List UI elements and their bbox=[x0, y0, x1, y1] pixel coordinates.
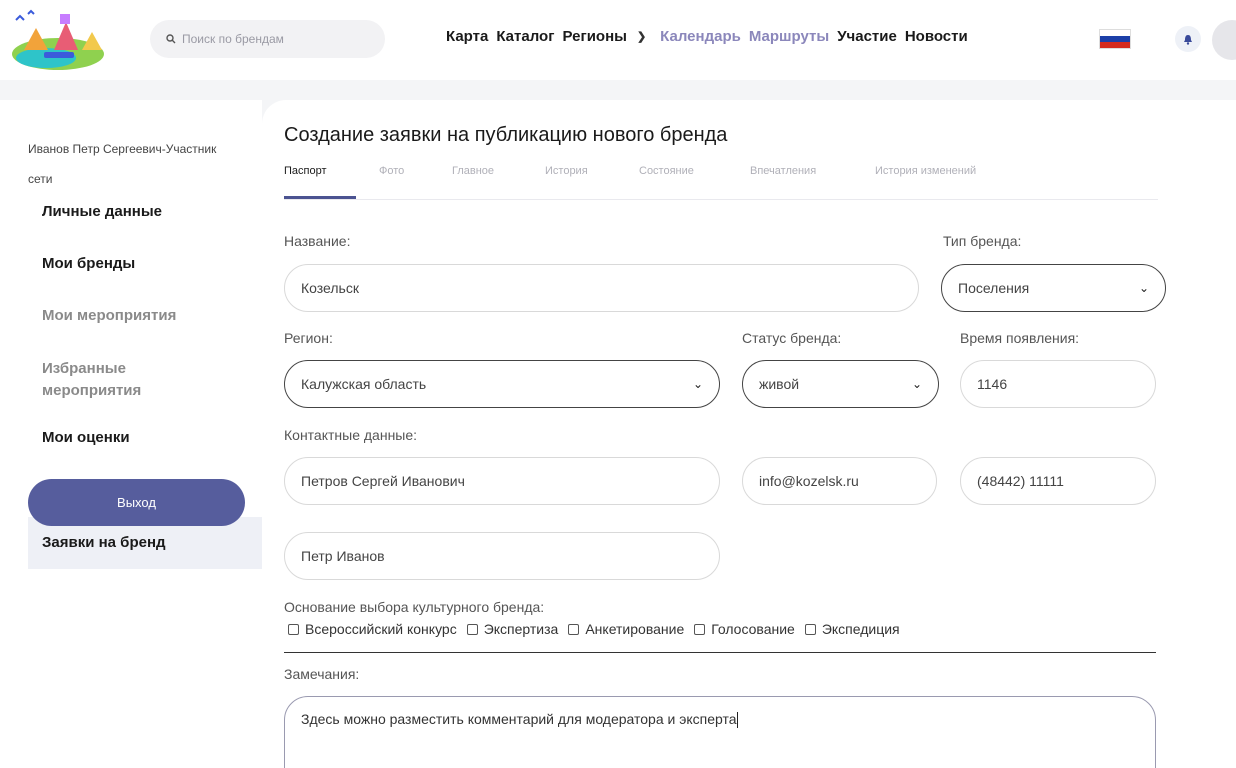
checkbox[interactable] bbox=[694, 623, 706, 635]
tab-impressions[interactable]: Впечатления bbox=[750, 165, 816, 177]
top-header: Карта Каталог Регионы ❯ Календарь Маршру… bbox=[0, 0, 1236, 80]
email-input[interactable] bbox=[759, 473, 920, 489]
nav-map[interactable]: Карта bbox=[446, 28, 488, 45]
form-tabs: Паспорт Фото Главное История Состояние В… bbox=[284, 160, 1158, 200]
basis-checkboxes: Всероссийский конкурс Экспертиза Анкетир… bbox=[288, 621, 910, 637]
brand-status-select[interactable]: живой ⌄ bbox=[742, 360, 939, 408]
brand-type-select[interactable]: Поселения ⌄ bbox=[941, 264, 1166, 312]
section-divider bbox=[284, 652, 1156, 653]
name-input[interactable] bbox=[301, 280, 902, 296]
name-field[interactable] bbox=[284, 264, 919, 312]
checkbox-label: Голосование bbox=[711, 621, 795, 637]
tab-history[interactable]: История bbox=[545, 165, 588, 177]
flag-icon[interactable] bbox=[1099, 29, 1131, 49]
active-tab-indicator bbox=[284, 196, 356, 199]
search-bar[interactable] bbox=[150, 20, 385, 58]
chevron-down-icon[interactable]: ❯ bbox=[637, 30, 646, 43]
basis-option-voting[interactable]: Голосование bbox=[694, 621, 795, 637]
search-icon bbox=[166, 34, 176, 44]
region-label: Регион: bbox=[284, 330, 333, 346]
search-input[interactable] bbox=[182, 32, 362, 46]
email-field[interactable] bbox=[742, 457, 937, 505]
name-label: Название: bbox=[284, 233, 351, 249]
checkbox[interactable] bbox=[288, 623, 299, 635]
checkbox-label: Анкетирование bbox=[585, 621, 685, 637]
chevron-down-icon: ⌄ bbox=[1138, 281, 1149, 295]
basis-option-expedition[interactable]: Экспедиция bbox=[804, 621, 900, 637]
brand-status-label: Статус бренда: bbox=[742, 330, 842, 346]
sidebar-item-favorite-events[interactable]: Избранные мероприятия bbox=[28, 352, 208, 408]
remarks-text: Здесь можно разместить комментарий для м… bbox=[301, 711, 737, 727]
sidebar-item-my-brands[interactable]: Мои бренды bbox=[28, 238, 262, 290]
contact-person2-input[interactable] bbox=[301, 548, 703, 564]
region-value: Калужская область bbox=[301, 376, 427, 392]
checkbox-label: Экспедиция bbox=[821, 621, 900, 637]
site-logo[interactable] bbox=[6, 6, 112, 74]
brand-type-value: Поселения bbox=[958, 280, 1030, 296]
sidebar-item-personal-data[interactable]: Личные данные bbox=[28, 186, 262, 238]
appearance-time-field[interactable] bbox=[960, 360, 1156, 408]
nav-news[interactable]: Новости bbox=[905, 28, 968, 45]
sidebar-item-my-events[interactable]: Мои мероприятия bbox=[28, 290, 262, 342]
chevron-down-icon: ⌄ bbox=[911, 377, 922, 391]
brand-status-value: живой bbox=[759, 376, 800, 392]
nav-participation[interactable]: Участие bbox=[837, 28, 897, 45]
avatar[interactable] bbox=[1212, 20, 1236, 60]
tab-change-history[interactable]: История изменений bbox=[875, 165, 976, 177]
tab-state[interactable]: Состояние bbox=[639, 165, 694, 177]
checkbox[interactable] bbox=[466, 623, 478, 635]
nav-catalog[interactable]: Каталог bbox=[496, 28, 554, 45]
basis-option-survey[interactable]: Анкетирование bbox=[568, 621, 684, 637]
user-name-line1: Иванов Петр Сергеевич-Участник bbox=[28, 142, 217, 156]
nav-regions[interactable]: Регионы bbox=[562, 28, 626, 45]
appearance-time-input[interactable] bbox=[977, 376, 1139, 392]
contact-person2-field[interactable] bbox=[284, 532, 720, 580]
phone-field[interactable] bbox=[960, 457, 1156, 505]
checkbox-label: Экспертиза bbox=[483, 621, 559, 637]
remarks-label: Замечания: bbox=[284, 666, 360, 682]
chevron-down-icon: ⌄ bbox=[692, 377, 703, 391]
basis-option-expertise[interactable]: Экспертиза bbox=[466, 621, 559, 637]
region-select[interactable]: Калужская область ⌄ bbox=[284, 360, 720, 408]
checkbox-label: Всероссийский конкурс bbox=[305, 621, 457, 637]
page-title: Создание заявки на публикацию нового бре… bbox=[284, 124, 728, 146]
basis-option-contest[interactable]: Всероссийский конкурс bbox=[288, 621, 457, 637]
basis-label: Основание выбора культурного бренда: bbox=[284, 599, 545, 615]
contacts-label: Контактные данные: bbox=[284, 427, 418, 443]
logout-button[interactable]: Выход bbox=[28, 479, 245, 526]
phone-input[interactable] bbox=[977, 473, 1139, 489]
bell-icon[interactable] bbox=[1175, 26, 1201, 52]
text-caret bbox=[736, 712, 738, 729]
sidebar-item-my-ratings[interactable]: Мои оценки bbox=[28, 412, 262, 464]
tab-main[interactable]: Главное bbox=[452, 165, 494, 177]
contact-person-field[interactable] bbox=[284, 457, 720, 505]
tab-passport[interactable]: Паспорт bbox=[284, 165, 327, 177]
user-name: Иванов Петр Сергеевич-Участник сети bbox=[28, 134, 258, 194]
nav-routes[interactable]: Маршруты bbox=[749, 28, 829, 45]
remarks-textarea[interactable]: Здесь можно разместить комментарий для м… bbox=[284, 696, 1156, 768]
contact-person-input[interactable] bbox=[301, 473, 703, 489]
checkbox[interactable] bbox=[804, 623, 816, 635]
appearance-time-label: Время появления: bbox=[960, 330, 1080, 346]
nav-calendar[interactable]: Календарь bbox=[660, 28, 741, 45]
checkbox[interactable] bbox=[568, 623, 580, 635]
brand-type-label: Тип бренда: bbox=[943, 233, 1022, 249]
main-nav: Карта Каталог Регионы ❯ Календарь Маршру… bbox=[446, 28, 976, 45]
tab-photo[interactable]: Фото bbox=[379, 165, 404, 177]
